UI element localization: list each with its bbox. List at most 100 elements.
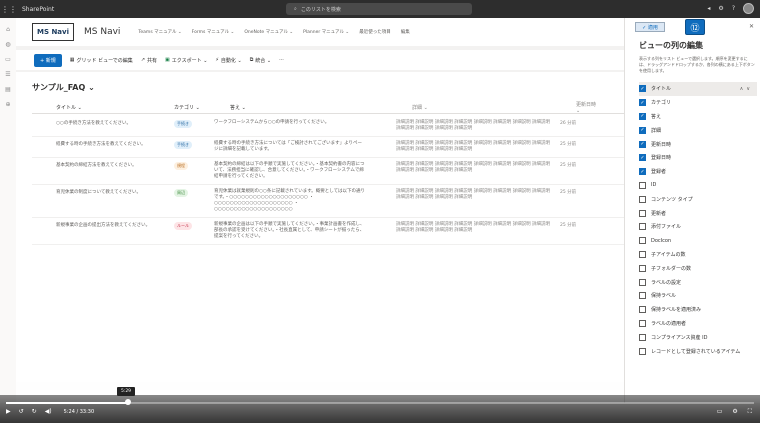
column-option[interactable]: ✓ 登録者 <box>639 165 757 179</box>
page-icon[interactable]: ▤ <box>5 86 11 93</box>
checkbox[interactable]: ✓ <box>639 112 646 120</box>
list-icon[interactable]: ☰ <box>5 71 10 78</box>
checkbox[interactable] <box>639 292 646 300</box>
checkbox[interactable] <box>639 237 646 245</box>
column-option[interactable]: ID <box>639 179 757 193</box>
share-label: 共有 <box>147 57 158 64</box>
column-option[interactable]: コンプライアンス資産 ID <box>639 330 757 344</box>
home-icon[interactable]: ⌂ <box>6 26 10 33</box>
column-option[interactable]: ラベルの設定 <box>639 275 757 289</box>
site-logo[interactable]: MS Navi <box>32 23 74 41</box>
forward-icon[interactable]: ↻ <box>32 408 37 415</box>
nav-forms[interactable]: Forms マニュアル ⌄ <box>192 29 235 35</box>
settings-icon-player[interactable]: ⚙ <box>732 408 737 416</box>
export-button[interactable]: ▣ エクスポート ⌄ <box>165 57 207 64</box>
column-option[interactable]: 子フォルダーの数 <box>639 261 757 275</box>
share-button[interactable]: ↗ 共有 <box>141 57 157 64</box>
checkbox[interactable] <box>639 333 646 341</box>
app-launcher-icon[interactable]: ⋮⋮ <box>0 0 18 18</box>
globe-icon[interactable]: ◍ <box>5 41 10 48</box>
avatar[interactable] <box>743 3 754 14</box>
column-option[interactable]: ✓ 登録日時 <box>639 151 757 165</box>
close-icon[interactable]: ✕ <box>749 23 754 30</box>
seek-track[interactable] <box>6 402 754 404</box>
checkbox[interactable] <box>639 278 646 286</box>
col-category[interactable]: カテゴリ ⌄ <box>158 104 214 111</box>
column-option[interactable]: コンテンツ タイプ <box>639 192 757 206</box>
captions-icon[interactable]: ▭ <box>717 408 723 416</box>
col-answer[interactable]: 答え ⌄ <box>214 105 382 111</box>
reorder-arrows-icon[interactable]: ∧∨ <box>740 86 757 92</box>
column-option[interactable]: DocIcon <box>639 234 757 248</box>
app-name[interactable]: SharePoint <box>22 6 54 13</box>
settings-icon[interactable]: ⚙ <box>718 5 723 12</box>
checkbox[interactable] <box>639 195 646 203</box>
play-icon[interactable]: ▶ <box>6 408 11 415</box>
row-updated: 25 分前 <box>560 190 577 195</box>
megaphone-icon[interactable]: ◂ <box>707 5 710 12</box>
column-option[interactable]: ✓ 答え <box>639 110 757 124</box>
col-updated[interactable]: 更新日時 ⌄ <box>568 101 598 114</box>
column-option[interactable]: ✓ 更新日時 <box>639 137 757 151</box>
column-option[interactable]: ラベルの適用者 <box>639 317 757 331</box>
checkbox[interactable] <box>639 306 646 314</box>
checkbox[interactable]: ✓ <box>639 85 646 93</box>
apply-button[interactable]: ✓ 適用 <box>635 22 665 32</box>
grid-edit-button[interactable]: ▦ グリッド ビューでの編集 <box>70 57 133 64</box>
row-title[interactable]: 基本契約の締結方法を教えてください。 <box>32 162 158 180</box>
nav-onenote[interactable]: OneNote マニュアル ⌄ <box>244 29 293 35</box>
volume-icon[interactable]: ◀) <box>45 408 52 415</box>
column-option[interactable]: 添付ファイル <box>639 220 757 234</box>
checkbox[interactable]: ✓ <box>639 99 646 107</box>
column-option[interactable]: 保持ラベル <box>639 289 757 303</box>
column-option-label: コンテンツ タイプ <box>651 196 693 203</box>
column-option[interactable]: 子アイテムの数 <box>639 248 757 262</box>
col-title[interactable]: タイトル ⌄ <box>32 104 158 111</box>
table-row[interactable]: 育児休業の制度について教えてください。 周辺 育児休業は就業規則の○○条に記載されて… <box>32 185 630 218</box>
column-option[interactable]: ✓ タイトル ∧∨ <box>639 82 757 96</box>
nav-teams[interactable]: Teams マニュアル ⌄ <box>138 29 181 35</box>
help-icon[interactable]: ? <box>732 5 735 12</box>
add-icon[interactable]: ⊕ <box>5 101 10 108</box>
checkbox[interactable] <box>639 209 646 217</box>
column-option[interactable]: 更新者 <box>639 206 757 220</box>
column-option[interactable]: 保持ラベルを適用済み <box>639 303 757 317</box>
table-row[interactable]: 新規事業の企画の提出方法を教えてください。 ルール 新規事業の企画は以下の手順で実施… <box>32 218 630 245</box>
list-title[interactable]: サンプル_FAQ ⌄ <box>32 82 95 93</box>
checkbox[interactable] <box>639 250 646 258</box>
column-option[interactable]: ✓ 詳細 <box>639 123 757 137</box>
checkbox[interactable] <box>639 181 646 189</box>
new-button[interactable]: + 新規 <box>34 53 62 67</box>
checkbox[interactable] <box>639 223 646 231</box>
automate-button[interactable]: ⚡ 自動化 ⌄ <box>215 57 241 64</box>
nav-recent[interactable]: 最近使った項目 <box>359 29 391 35</box>
col-detail[interactable]: 詳細 ⌄ <box>382 105 568 111</box>
fullscreen-icon[interactable]: ⛶ <box>748 408 752 416</box>
table-row[interactable]: 経費する時の手続き方法を教えてください。 手続き 経費する時の手続き方法については「… <box>32 137 630 158</box>
table-row[interactable]: ○○の手続き方法を教えてください。 手続き ワークフローシステムから○○の申請を行っ… <box>32 116 630 137</box>
column-option[interactable]: レコードとして登録されているアイテム <box>639 344 757 358</box>
column-option[interactable]: ✓ カテゴリ <box>639 96 757 110</box>
rewind-icon[interactable]: ↺ <box>19 408 24 415</box>
row-title[interactable]: 新規事業の企画の提出方法を教えてください。 <box>32 222 158 240</box>
checkbox[interactable] <box>639 347 646 355</box>
seek-handle[interactable] <box>124 399 131 405</box>
site-name[interactable]: MS Navi <box>84 27 120 37</box>
row-title[interactable]: ○○の手続き方法を教えてください。 <box>32 120 158 132</box>
checkbox[interactable]: ✓ <box>639 154 646 162</box>
nav-edit[interactable]: 編集 <box>401 29 410 35</box>
table-row[interactable]: 基本契約の締結方法を教えてください。 規程 基本契約の締結は以下の手順で実施してくだ… <box>32 158 630 185</box>
checkbox[interactable] <box>639 319 646 327</box>
row-title[interactable]: 経費する時の手続き方法を教えてください。 <box>32 141 158 153</box>
checkbox[interactable] <box>639 264 646 272</box>
nav-planner[interactable]: Planner マニュアル ⌄ <box>303 29 349 35</box>
folder-icon[interactable]: ▭ <box>5 56 11 63</box>
integrate-icon: ⧉ <box>249 57 254 63</box>
checkbox[interactable]: ✓ <box>639 168 646 176</box>
integrate-button[interactable]: ⧉ 統合 ⌄ <box>250 57 271 64</box>
row-title[interactable]: 育児休業の制度について教えてください。 <box>32 189 158 213</box>
checkbox[interactable]: ✓ <box>639 140 646 148</box>
search-input[interactable]: ⌕ このリストを検索 <box>286 3 472 15</box>
checkbox[interactable]: ✓ <box>639 126 646 134</box>
more-button[interactable]: ··· <box>279 57 284 63</box>
